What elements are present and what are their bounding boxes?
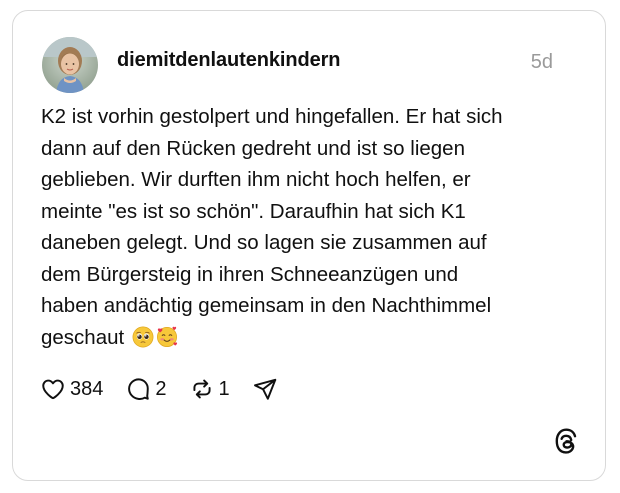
post-actions: 384 2 1: [40, 375, 300, 403]
share-button[interactable]: [252, 376, 278, 402]
post-text-line: geschaut: [41, 325, 125, 349]
avatar[interactable]: [42, 37, 98, 93]
reply-count: 2: [155, 377, 167, 400]
post-text-line: dem Bürgersteig in ihren Schneeanzügen u…: [41, 262, 459, 286]
comment-icon: [128, 378, 150, 400]
username[interactable]: diemitdenlautenkindern: [117, 49, 340, 72]
post-card: diemitdenlautenkindern 5d K2 ist vorhin …: [12, 10, 606, 481]
smiling-face-with-hearts-icon: [156, 326, 177, 347]
reply-button[interactable]: 2: [125, 376, 167, 402]
pleading-face-icon: [132, 326, 154, 347]
repost-count: 1: [218, 377, 230, 400]
like-button[interactable]: 384: [40, 376, 103, 402]
post-text-line: K2 ist vorhin gestolpert und hingefallen…: [41, 105, 503, 128]
heart-icon: [42, 379, 64, 400]
post-timestamp: 5d: [530, 51, 553, 73]
post-text-last-line: geschaut: [41, 322, 571, 354]
post-text-line: geblieben. Wir durften ihm nicht hoch he…: [41, 168, 471, 191]
like-count: 384: [70, 377, 104, 400]
post-text-line: daneben gelegt. Und so lagen sie zusamme…: [41, 231, 487, 254]
post-text-line: haben andächtig gemeinsam in den Nachthi…: [41, 294, 492, 317]
post-body: K2 ist vorhin gestolpert und hingefallen…: [41, 101, 571, 353]
repost-icon: [192, 379, 211, 399]
post-text-line: dann auf den Rücken gedreht und ist so l…: [41, 136, 465, 160]
post-text-line: meinte "es ist so schön". Daraufhin hat …: [41, 199, 466, 223]
threads-logo-icon: [555, 428, 577, 454]
send-icon: [253, 378, 276, 400]
repost-button[interactable]: 1: [189, 376, 230, 402]
